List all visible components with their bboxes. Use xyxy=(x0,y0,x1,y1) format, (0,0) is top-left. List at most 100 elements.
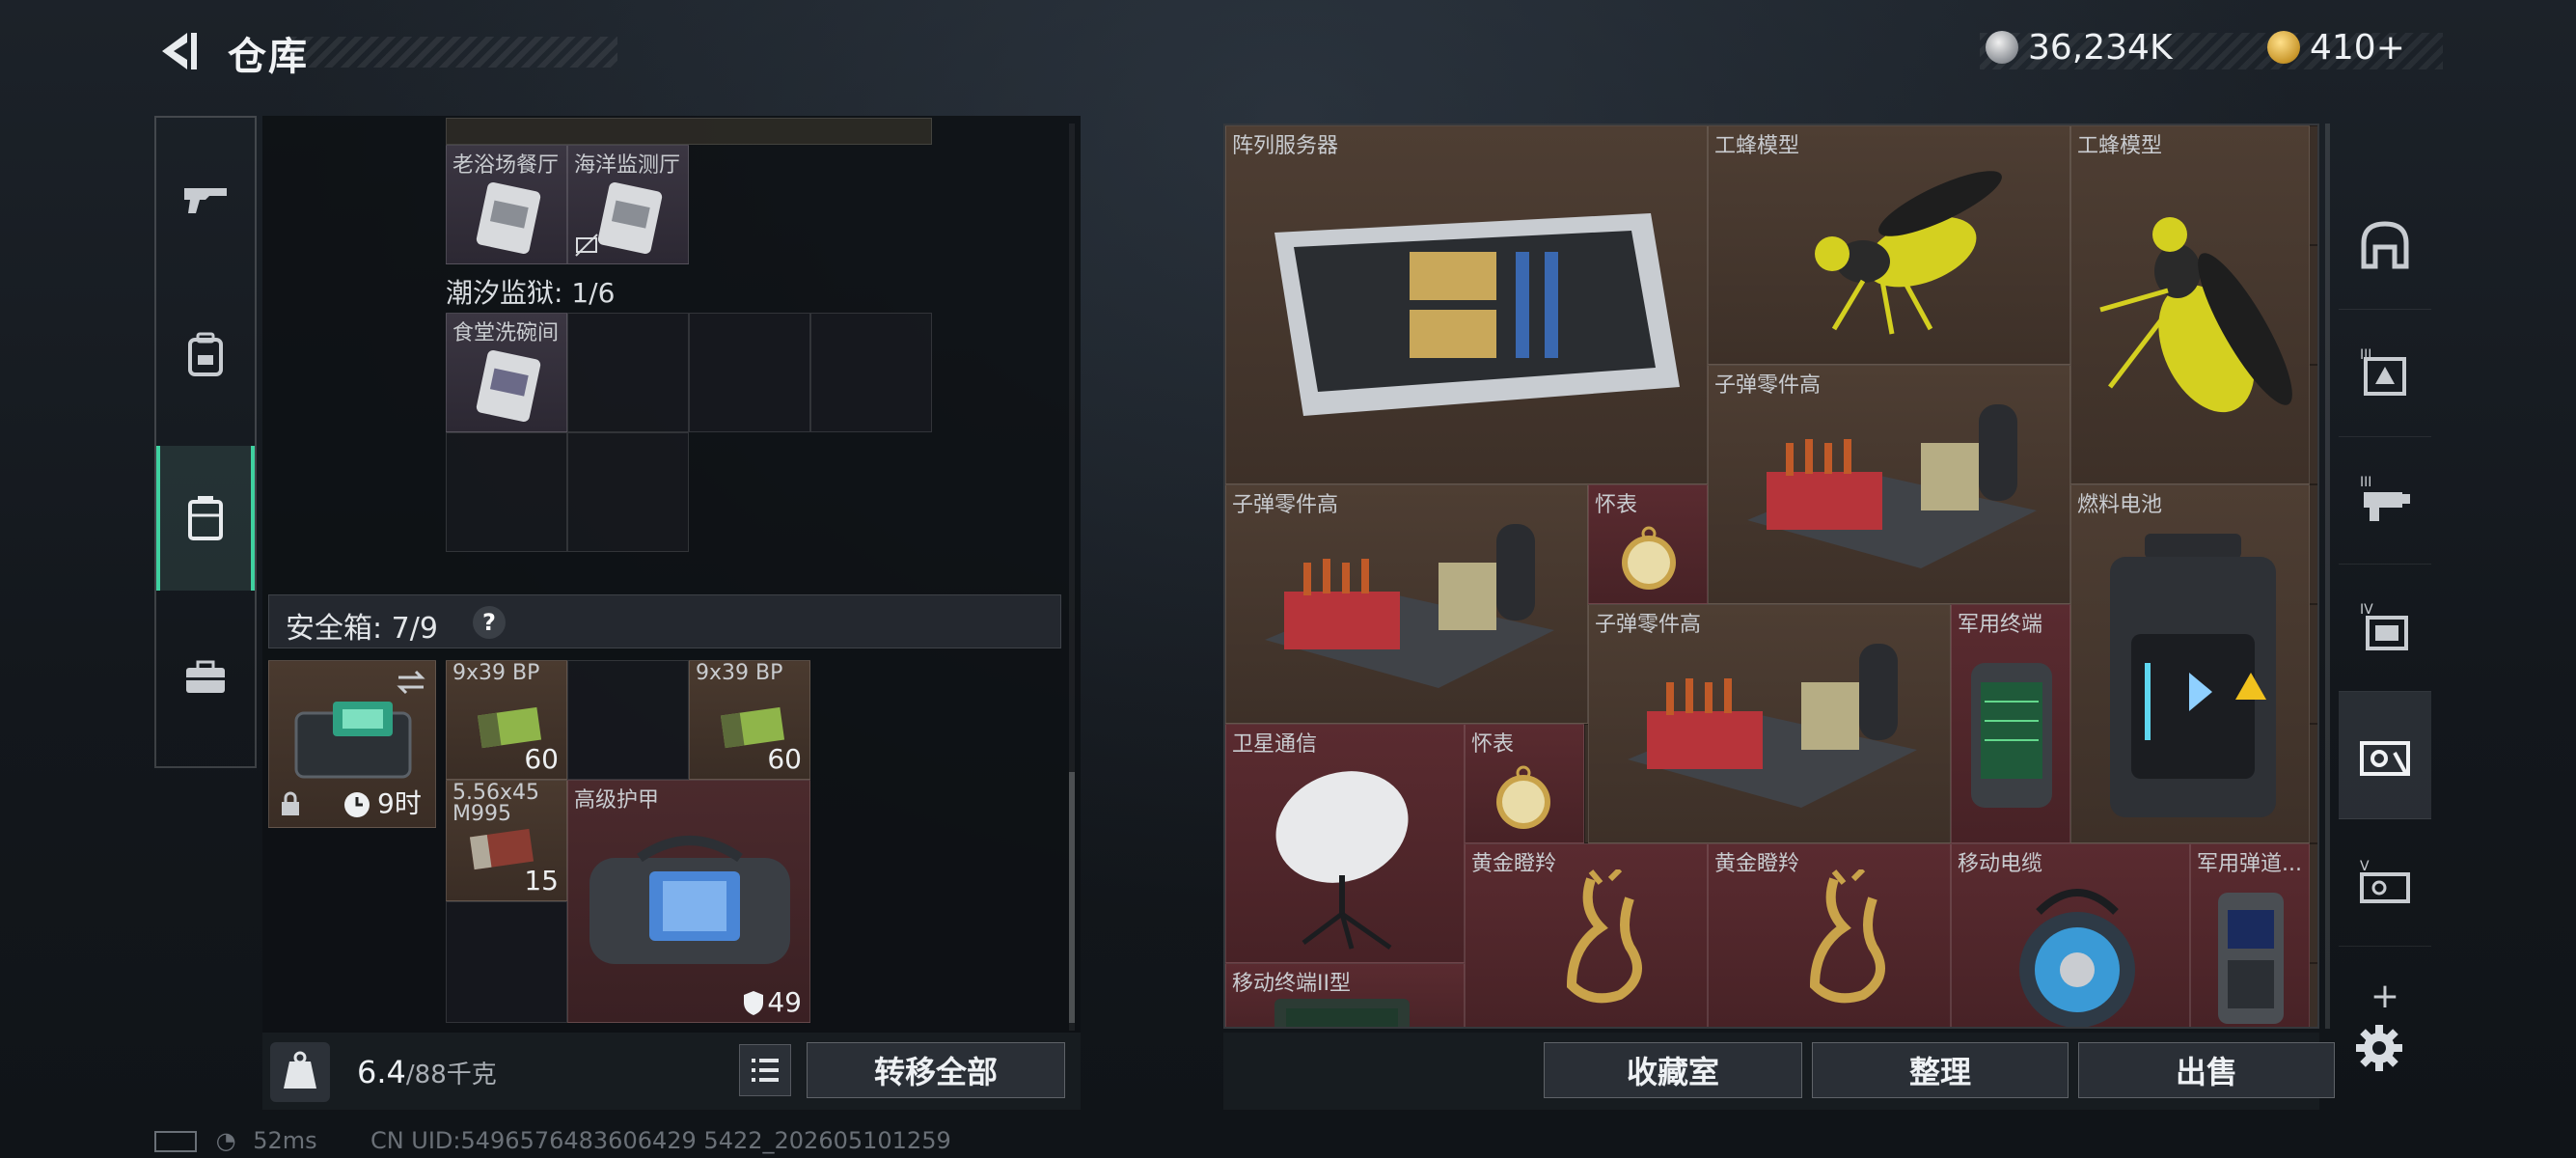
loot-item[interactable]: 燃料电池 xyxy=(2070,484,2310,843)
status-bar: ◔ 52ms CN UID:5496576483606429 5422_2026… xyxy=(154,1127,951,1154)
safe-item[interactable]: 9x39 BP 60 xyxy=(689,660,810,780)
ping-value: 52ms xyxy=(253,1127,317,1154)
category-container[interactable] xyxy=(156,446,255,591)
tab-tier-3[interactable]: III xyxy=(2339,309,2431,437)
empty-slot[interactable] xyxy=(567,432,689,552)
wasp-model-icon xyxy=(1815,171,2002,335)
collection-room-button[interactable]: 收藏室 xyxy=(1544,1042,1802,1098)
list-view-button[interactable] xyxy=(739,1044,791,1096)
item-quantity: 60 xyxy=(524,743,559,775)
pocket-watch-icon xyxy=(1496,765,1550,829)
title-decoration xyxy=(289,37,617,68)
currency-silver: 36,234K xyxy=(1986,25,2173,69)
ballistic-computer-icon xyxy=(2218,893,2284,1024)
safe-item-armor[interactable]: 高级护甲 49 xyxy=(567,780,810,1023)
safe-item[interactable]: 9x39 BP 60 xyxy=(446,660,567,780)
silver-coin-icon xyxy=(1986,31,2018,64)
cable-reel-icon xyxy=(2019,889,2135,1027)
loot-item[interactable]: 黄金瞪羚 xyxy=(1708,843,1951,1027)
item-name: 燃料电池 xyxy=(2077,493,2163,517)
add-tab-button[interactable]: + xyxy=(2339,965,2431,1027)
loot-item[interactable]: 怀表 xyxy=(1465,724,1584,843)
swap-icon xyxy=(397,670,425,695)
tab-tier-3b[interactable]: III xyxy=(2339,436,2431,565)
loot-item[interactable]: 卫星通信 xyxy=(1225,724,1465,963)
transfer-all-button[interactable]: 转移全部 xyxy=(807,1042,1065,1098)
server-icon xyxy=(1274,213,1680,416)
tab-tier-5[interactable]: V xyxy=(2339,818,2431,947)
safe-box-timer: 9时 xyxy=(377,787,422,819)
item-name: 卫星通信 xyxy=(1232,732,1318,757)
weight-value: 6.4 xyxy=(357,1054,406,1090)
loot-item[interactable]: 移动电缆 xyxy=(1951,843,2190,1027)
tier-3b-icon: III xyxy=(2360,475,2410,521)
loot-item[interactable]: 阵列服务器 xyxy=(1225,125,1708,484)
safe-box-container[interactable]: 9时 xyxy=(268,660,436,828)
item-name: 怀表 xyxy=(1471,732,1515,757)
item-name: 军用弹道... xyxy=(2197,852,2302,876)
item-name: 老浴场餐厅 xyxy=(452,153,560,178)
empty-slot[interactable] xyxy=(567,313,689,432)
safe-item[interactable]: 5.56x45 M995 15 xyxy=(446,780,567,901)
settings-gear-icon[interactable] xyxy=(2354,1023,2404,1073)
military-terminal-icon xyxy=(1971,663,2052,808)
loot-item[interactable]: 子弹零件高 xyxy=(1708,365,2070,604)
container-icon xyxy=(188,496,223,540)
tab-tier-box[interactable] xyxy=(2339,691,2431,819)
currency-gold[interactable]: 410+ xyxy=(2267,25,2405,69)
armor-bag-icon xyxy=(589,836,790,964)
back-arrow-icon[interactable] xyxy=(154,27,203,75)
help-icon[interactable]: ? xyxy=(473,606,506,639)
item-name: 工蜂模型 xyxy=(2077,134,2163,158)
fuel-cell-icon xyxy=(2110,534,2276,817)
storage-item[interactable]: 老浴场餐厅 xyxy=(446,145,567,264)
loot-item[interactable]: 子弹零件高 xyxy=(1588,604,1951,843)
loot-item[interactable]: 工蜂模型 xyxy=(2070,125,2310,484)
empty-slot[interactable] xyxy=(446,432,567,552)
storage-item[interactable]: 食堂洗碗间 xyxy=(446,313,567,432)
category-sidebar xyxy=(154,116,257,768)
item-quantity: 49 xyxy=(767,986,802,1018)
tier-5-icon: V xyxy=(2360,859,2410,903)
sell-button[interactable]: 出售 xyxy=(2078,1042,2335,1098)
loot-item[interactable]: 军用弹道... xyxy=(2190,843,2310,1027)
storage-scrollbar-thumb[interactable] xyxy=(1069,772,1075,1023)
loot-item[interactable]: 黄金瞪羚 xyxy=(1465,843,1708,1027)
loot-item[interactable]: 军用终端 xyxy=(1951,604,2070,843)
briefcase-icon xyxy=(186,660,225,693)
item-name: 食堂洗碗间 xyxy=(452,321,560,345)
tab-arch[interactable] xyxy=(2339,181,2431,310)
uid-text: CN UID:5496576483606429 5422_20260510125… xyxy=(370,1127,951,1154)
item-quantity: 15 xyxy=(524,865,559,896)
loot-scrollbar[interactable] xyxy=(2325,124,2330,1029)
loot-item[interactable]: 怀表 xyxy=(1588,484,1708,604)
weight-max: /88千克 xyxy=(405,1061,497,1089)
category-briefcase[interactable] xyxy=(156,605,255,750)
weight-readout: 6.4/88千克 xyxy=(357,1054,497,1090)
empty-slot[interactable] xyxy=(689,313,810,432)
tier-4-icon: IV xyxy=(2360,602,2408,650)
category-weapons[interactable] xyxy=(156,127,255,272)
empty-slot[interactable] xyxy=(810,313,932,432)
svg-text:III: III xyxy=(2360,347,2371,363)
wifi-icon: ◔ xyxy=(215,1127,236,1154)
mobile-terminal-icon xyxy=(1274,999,1410,1027)
no-access-icon xyxy=(575,234,598,257)
tier-box-icon xyxy=(2360,741,2410,776)
currency-gold-value: 410+ xyxy=(2310,27,2405,68)
tab-tier-4[interactable]: IV xyxy=(2339,564,2431,692)
page-title: 仓库 xyxy=(228,35,309,79)
storage-item[interactable]: 海洋监测厅 xyxy=(567,145,689,264)
item-name: 怀表 xyxy=(1595,493,1638,517)
loot-item[interactable]: 工蜂模型 xyxy=(1708,125,2070,365)
loot-item[interactable]: 移动终端II型 xyxy=(1225,963,1465,1027)
empty-slot[interactable] xyxy=(446,901,567,1023)
lock-icon xyxy=(282,791,299,815)
loot-item[interactable]: 子弹零件高 xyxy=(1225,484,1588,724)
category-backpack[interactable] xyxy=(156,282,255,427)
item-name: 9x39 BP xyxy=(452,661,540,685)
organize-button[interactable]: 整理 xyxy=(1812,1042,2069,1098)
wasp-model-icon xyxy=(2099,217,2292,413)
keycard-icon xyxy=(597,182,663,254)
empty-slot[interactable] xyxy=(567,660,689,780)
